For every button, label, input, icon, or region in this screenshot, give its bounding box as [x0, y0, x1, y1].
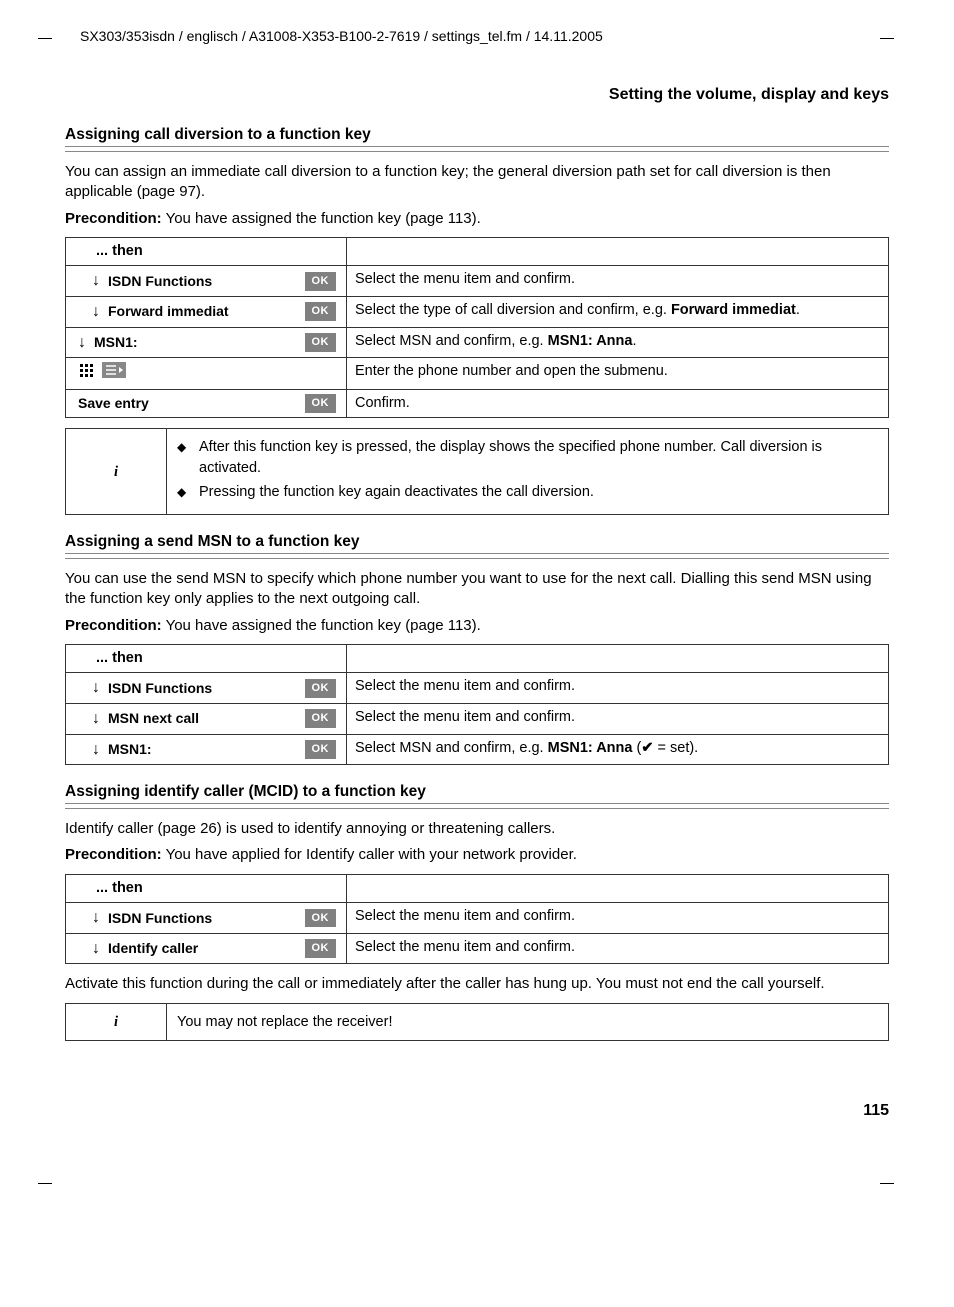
crop-mark — [38, 1183, 52, 1184]
step-description: Select the menu item and confirm. — [347, 266, 889, 297]
step-label: MSN next call — [108, 709, 299, 728]
info-bullet: Pressing the function key again deactiva… — [177, 482, 878, 502]
intro-text: You can assign an immediate call diversi… — [65, 162, 889, 203]
ok-badge: OK — [305, 679, 337, 698]
table-row: ↓ ISDN Functions OK Select the menu item… — [66, 266, 889, 297]
table-row: ↓ ISDN Functions OK Select the menu item… — [66, 903, 889, 934]
outro-text: Activate this function during the call o… — [65, 974, 889, 994]
ok-badge: OK — [305, 939, 337, 958]
subheading-send-msn: Assigning a send MSN to a function key — [65, 533, 889, 551]
precondition-text: Precondition: You have assigned the func… — [65, 616, 889, 636]
subheading-call-diversion: Assigning call diversion to a function k… — [65, 126, 889, 144]
ok-badge: OK — [305, 302, 337, 321]
table-row: Enter the phone number and open the subm… — [66, 358, 889, 390]
down-arrow-icon: ↓ — [74, 332, 88, 354]
table-row: ... then — [66, 237, 889, 266]
down-arrow-icon: ↓ — [74, 739, 102, 761]
info-content: After this function key is pressed, the … — [167, 429, 889, 515]
intro-text: Identify caller (page 26) is used to ide… — [65, 819, 889, 839]
then-header: ... then — [66, 237, 347, 266]
document-page: SX303/353isdn / englisch / A31008-X353-B… — [0, 0, 954, 1240]
table-row: ... then — [66, 874, 889, 903]
crop-mark — [880, 38, 894, 39]
procedure-table-3: ... then ↓ ISDN Functions OK Select the … — [65, 874, 889, 965]
step-description: Select the menu item and confirm. — [347, 933, 889, 964]
table-row: ↓ MSN next call OK Select the menu item … — [66, 704, 889, 735]
step-label: Identify caller — [108, 939, 299, 958]
ok-badge: OK — [305, 394, 337, 413]
step-description: Select the menu item and confirm. — [347, 673, 889, 704]
step-description: Select the menu item and confirm. — [347, 903, 889, 934]
crop-mark — [880, 1183, 894, 1184]
precondition-text: Precondition: You have applied for Ident… — [65, 845, 889, 865]
ok-badge: OK — [305, 272, 337, 291]
step-description: Select the type of call diversion and co… — [347, 296, 889, 327]
step-label: MSN1: — [108, 740, 299, 759]
step-label: ISDN Functions — [108, 909, 299, 928]
info-box-2: i You may not replace the receiver! — [65, 1003, 889, 1041]
table-row: ↓ MSN1: OK Select MSN and confirm, e.g. … — [66, 734, 889, 765]
step-label: Save entry — [78, 394, 299, 413]
procedure-table-1: ... then ↓ ISDN Functions OK Select the … — [65, 237, 889, 418]
down-arrow-icon: ↓ — [74, 938, 102, 960]
check-icon: ✔ — [641, 740, 653, 756]
step-label: Forward immediat — [108, 302, 299, 321]
ok-badge: OK — [305, 909, 337, 928]
info-icon: i — [66, 429, 167, 515]
then-header: ... then — [66, 644, 347, 673]
divider — [65, 803, 889, 809]
step-description: Select the menu item and confirm. — [347, 704, 889, 735]
info-bullet: After this function key is pressed, the … — [177, 437, 878, 478]
table-row: ↓ MSN1: OK Select MSN and confirm, e.g. … — [66, 327, 889, 358]
crop-mark — [38, 38, 52, 39]
procedure-table-2: ... then ↓ ISDN Functions OK Select the … — [65, 644, 889, 765]
subheading-mcid: Assigning identify caller (MCID) to a fu… — [65, 783, 889, 801]
intro-text: You can use the send MSN to specify whic… — [65, 569, 889, 610]
info-box-1: i After this function key is pressed, th… — [65, 428, 889, 515]
table-row: ... then — [66, 644, 889, 673]
table-row: Save entry OK Confirm. — [66, 389, 889, 418]
page-section-title: Setting the volume, display and keys — [65, 86, 889, 104]
keypad-icon — [78, 362, 98, 385]
step-description: Enter the phone number and open the subm… — [347, 358, 889, 390]
info-content: You may not replace the receiver! — [167, 1003, 889, 1040]
header-path: SX303/353isdn / englisch / A31008-X353-B… — [80, 28, 889, 44]
table-row: ↓ ISDN Functions OK Select the menu item… — [66, 673, 889, 704]
divider — [65, 146, 889, 152]
step-label: ISDN Functions — [108, 679, 299, 698]
step-description: Select MSN and confirm, e.g. MSN1: Anna. — [347, 327, 889, 358]
info-icon: i — [66, 1003, 167, 1040]
table-row: ↓ Forward immediat OK Select the type of… — [66, 296, 889, 327]
down-arrow-icon: ↓ — [74, 907, 102, 929]
ok-badge: OK — [305, 740, 337, 759]
table-row: ↓ Identify caller OK Select the menu ite… — [66, 933, 889, 964]
precondition-text: Precondition: You have assigned the func… — [65, 209, 889, 229]
down-arrow-icon: ↓ — [74, 677, 102, 699]
step-label: ISDN Functions — [108, 272, 299, 291]
divider — [65, 553, 889, 559]
step-label: MSN1: — [94, 333, 299, 352]
then-header: ... then — [66, 874, 347, 903]
step-description: Select MSN and confirm, e.g. MSN1: Anna … — [347, 734, 889, 765]
step-description: Confirm. — [347, 389, 889, 418]
ok-badge: OK — [305, 709, 337, 728]
ok-badge: OK — [305, 333, 337, 352]
down-arrow-icon: ↓ — [74, 708, 102, 730]
page-number: 115 — [863, 1102, 889, 1120]
down-arrow-icon: ↓ — [74, 301, 102, 323]
submenu-icon — [102, 362, 126, 385]
down-arrow-icon: ↓ — [74, 270, 102, 292]
